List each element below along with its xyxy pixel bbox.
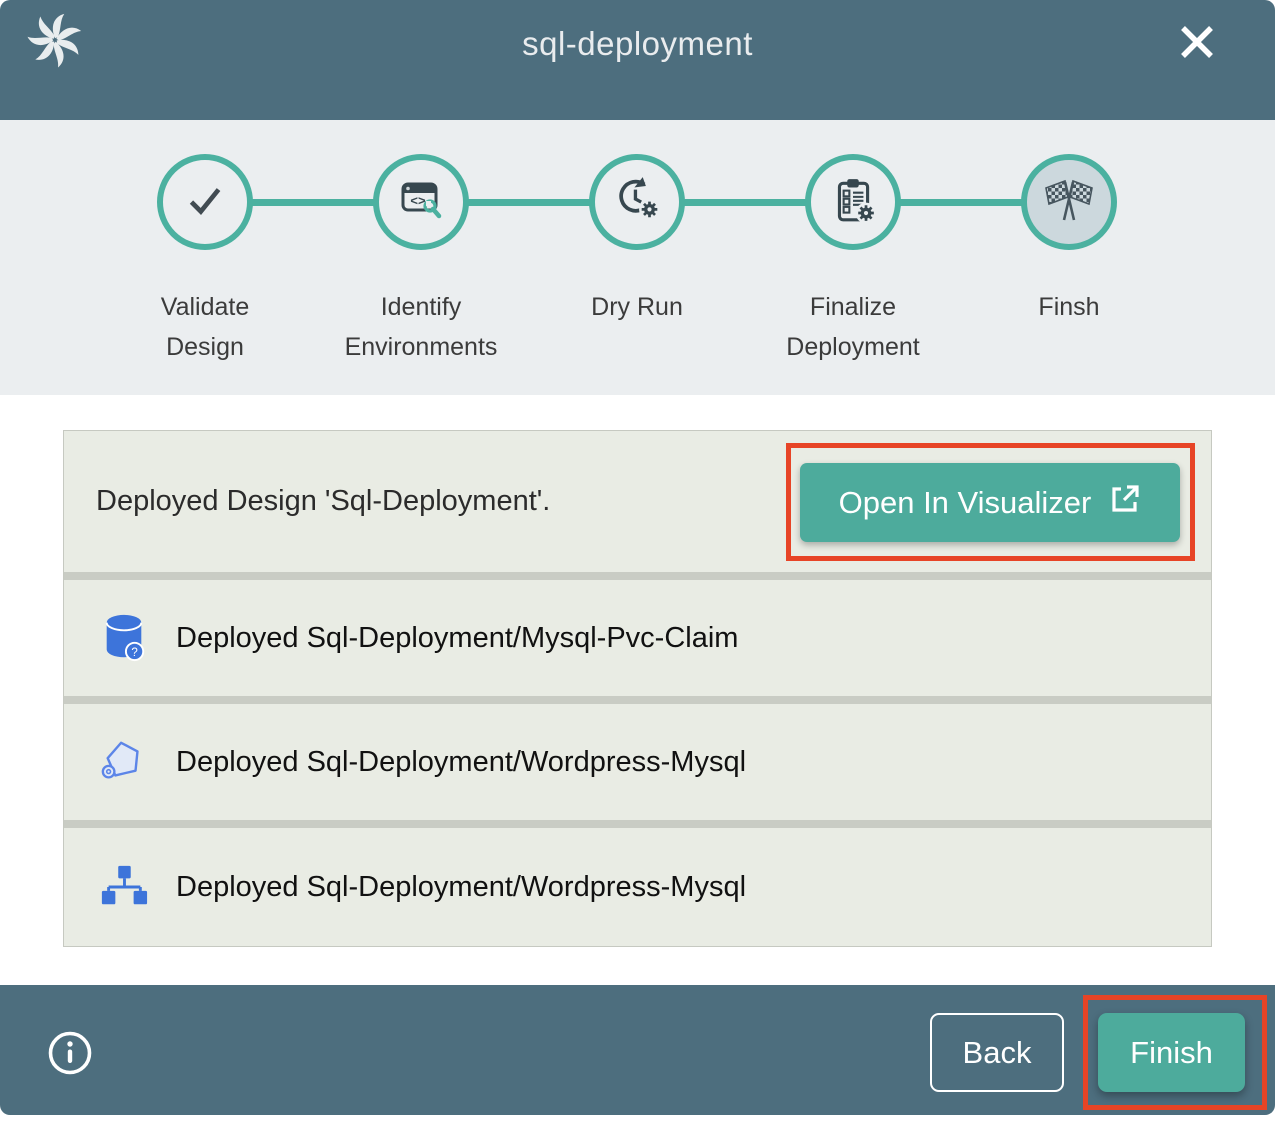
check-icon xyxy=(180,175,230,230)
step-identify-environments: <> xyxy=(373,154,469,250)
deployed-design-message: Deployed Design 'Sql-Deployment'. xyxy=(96,485,550,518)
stepper-connector xyxy=(682,199,808,206)
list-item: ? Deployed Sql-Deployment/Mysql-Pvc-Clai… xyxy=(64,580,1211,696)
step-label-finalize-deployment: FinalizeDeployment xyxy=(733,287,973,367)
finish-flags-icon xyxy=(1041,174,1097,231)
stepper-connector xyxy=(898,199,1024,206)
open-in-visualizer-button[interactable]: Open In Visualizer xyxy=(800,463,1180,542)
dialog-title: sql-deployment xyxy=(200,24,1075,64)
step-validate-design xyxy=(157,154,253,250)
clipboard-gear-icon xyxy=(828,175,878,230)
dialog-header: sql-deployment xyxy=(0,0,1275,120)
step-label-dry-run: Dry Run xyxy=(517,287,757,327)
code-wrench-icon: <> xyxy=(397,176,445,229)
database-icon: ? xyxy=(97,610,151,666)
close-icon[interactable] xyxy=(1172,17,1222,67)
list-item-text: Deployed Sql-Deployment/Wordpress-Mysql xyxy=(176,746,746,779)
step-dry-run xyxy=(589,154,685,250)
list-item-text: Deployed Sql-Deployment/Mysql-Pvc-Claim xyxy=(176,622,738,655)
dialog-footer xyxy=(0,985,1275,1115)
stepper-connector xyxy=(466,199,592,206)
finish-button-label: Finish xyxy=(1130,1035,1213,1070)
info-icon[interactable] xyxy=(47,1030,93,1076)
open-in-visualizer-label: Open In Visualizer xyxy=(839,485,1092,521)
layer5-pinwheel-logo xyxy=(26,11,84,69)
service-icon xyxy=(97,734,151,790)
step-label-identify-environments: IdentifyEnvironments xyxy=(301,287,541,367)
step-finalize-deployment xyxy=(805,154,901,250)
deployment-wizard-dialog: sql-deployment <> xyxy=(0,0,1275,1122)
deployment-stepper: <> xyxy=(0,120,1275,395)
external-link-icon xyxy=(1109,483,1141,523)
finish-button[interactable]: Finish xyxy=(1098,1013,1245,1092)
svg-text:?: ? xyxy=(131,647,137,659)
back-button-label: Back xyxy=(963,1035,1032,1070)
list-item: Deployed Sql-Deployment/Wordpress-Mysql xyxy=(64,828,1211,946)
back-button[interactable]: Back xyxy=(930,1013,1064,1092)
list-item-text: Deployed Sql-Deployment/Wordpress-Mysql xyxy=(176,871,746,904)
list-item: Deployed Sql-Deployment/Wordpress-Mysql xyxy=(64,704,1211,820)
step-finish xyxy=(1021,154,1117,250)
hierarchy-icon xyxy=(97,859,151,915)
step-label-validate-design: ValidateDesign xyxy=(85,287,325,367)
dry-run-icon xyxy=(612,175,662,230)
step-label-finish: Finsh xyxy=(949,287,1189,327)
stepper-connector xyxy=(250,199,376,206)
